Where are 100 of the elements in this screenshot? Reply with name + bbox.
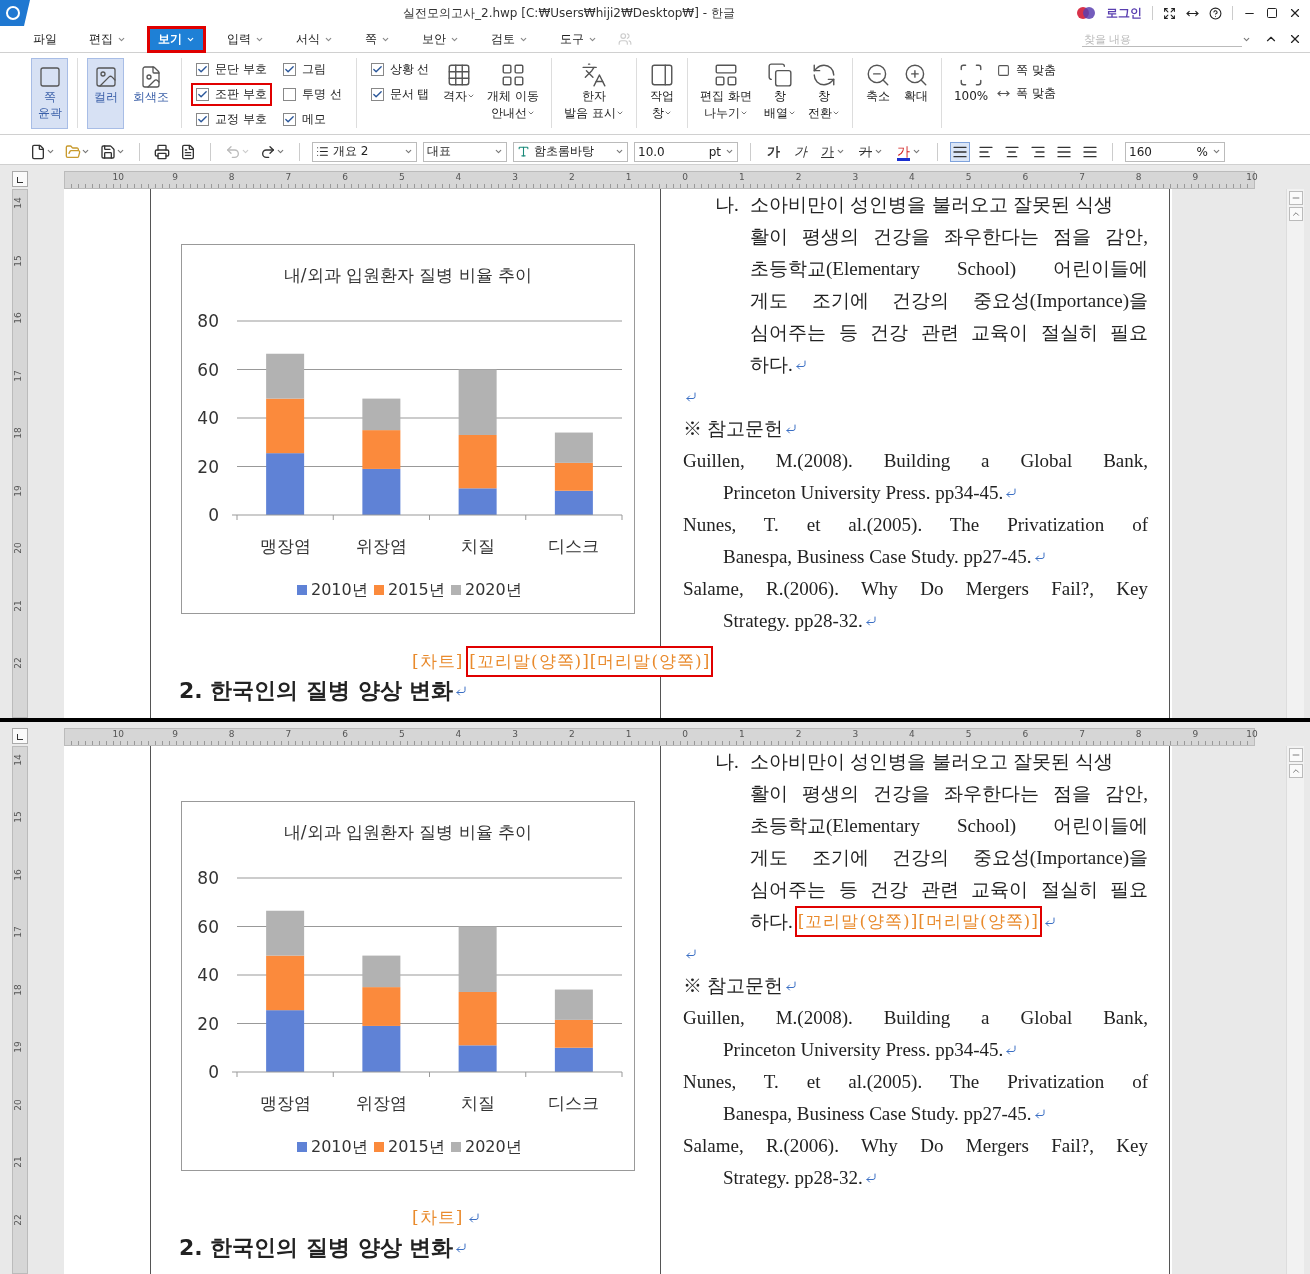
- folder-icon: [65, 143, 81, 160]
- format-button[interactable]: 가: [893, 142, 925, 161]
- line-spacing-field[interactable]: 160 %: [1125, 141, 1225, 162]
- ribbon-button[interactable]: 한자 발음 표시: [561, 58, 628, 122]
- ruler-label: 7: [1078, 728, 1086, 741]
- menu-tab[interactable]: 보기: [147, 25, 206, 53]
- printer-icon: [154, 143, 170, 160]
- view-option-checkbox[interactable]: 그림: [277, 58, 347, 81]
- view-option-checkbox[interactable]: 문서 탭: [365, 83, 435, 106]
- paragraph-mark-icon: [468, 1211, 481, 1224]
- x-axis-label: 디스크: [548, 1092, 600, 1113]
- menu-tab[interactable]: 쪽: [354, 25, 401, 53]
- fullscreen-icon[interactable]: [1163, 6, 1176, 20]
- ribbon-button[interactable]: 작업 창: [646, 58, 679, 122]
- view-option-checkbox[interactable]: 교정 부호: [191, 108, 272, 131]
- horizontal-ruler[interactable]: 10 9 8 7 6 5 4 3 2 1 0 1 2 3 4 5 6 7 8 9 10: [64, 727, 1255, 746]
- format-button[interactable]: 가: [855, 142, 887, 161]
- reference-line: Nunes, T. et al.(2005). The Privatization of: [683, 514, 1148, 536]
- y-axis-label: 0: [208, 505, 219, 525]
- menu-tab[interactable]: 도구: [549, 25, 608, 53]
- ruler-label: 2: [567, 172, 576, 184]
- checkmark-icon: [197, 89, 208, 100]
- ruler-label: 15: [13, 254, 24, 267]
- paragraph-mark-icon: [685, 947, 697, 960]
- view-mode-button[interactable]: 쪽 윤곽: [31, 58, 68, 129]
- close-icon[interactable]: [1288, 32, 1302, 46]
- menu-tab[interactable]: 서식: [285, 25, 344, 53]
- bar-segment: [266, 1009, 305, 1072]
- view-option-checkbox[interactable]: 상황 선: [365, 58, 435, 81]
- view-option-checkbox[interactable]: 메모: [277, 108, 347, 131]
- view-mode-button[interactable]: 회색조: [130, 58, 172, 129]
- view-option-checkbox[interactable]: 문단 부호: [191, 58, 272, 81]
- x-axis-label: 위장염: [355, 536, 407, 556]
- paragraph-mark-icon: [455, 1241, 468, 1254]
- ruler-label: 9: [171, 172, 179, 184]
- document-lines-icon: [180, 143, 196, 160]
- reference-line: Strategy. pp28-32.: [723, 610, 863, 632]
- font-size-field[interactable]: 10.0 pt: [634, 141, 738, 162]
- caret-icon: [46, 147, 55, 156]
- paragraph-line: 하다.: [750, 353, 793, 377]
- reference-line: Guillen, M.(2008). Building a Global Bank,: [683, 450, 1148, 472]
- style-select[interactable]: 개요 2: [312, 141, 417, 162]
- ruler-label: 21: [13, 1156, 24, 1168]
- alignment-button[interactable]: [950, 141, 970, 162]
- ribbon-button[interactable]: 100%: [950, 58, 992, 105]
- paragraph-mark-icon: [1005, 1043, 1018, 1056]
- ruler-label: 5: [397, 172, 406, 184]
- ruler-label: 2: [794, 172, 803, 184]
- view-mode-button[interactable]: 컬러: [87, 58, 124, 129]
- ribbon-button[interactable]: 격자: [440, 58, 479, 105]
- control-code-mark: [꼬리말(양쪽)][머리말(양쪽)]: [466, 645, 714, 677]
- font-select[interactable]: 함초롬바탕: [513, 141, 628, 162]
- fit-button[interactable]: 쪽 맞춤: [997, 62, 1057, 79]
- tab-stop-icon[interactable]: [12, 171, 28, 187]
- x-axis-label: 디스크: [548, 536, 600, 556]
- ribbon-button[interactable]: 축소: [861, 58, 894, 105]
- menu-tab[interactable]: 입력: [216, 25, 275, 53]
- view-option-checkbox[interactable]: 투명 선: [277, 83, 347, 106]
- caret-icon: [836, 147, 845, 156]
- menu-tab[interactable]: 보안: [411, 25, 470, 53]
- ribbon-button[interactable]: 창 전환: [804, 58, 843, 122]
- ruler-label: 6: [341, 728, 349, 741]
- paragraph-line: 초등학교(Elementary School) 어린이들에: [750, 813, 1148, 838]
- vertical-ruler[interactable]: 14 15 16 17 18 19 20 21 22: [12, 745, 28, 1274]
- format-button[interactable]: 가: [817, 142, 849, 161]
- ribbon-button[interactable]: 창 배열: [760, 58, 799, 122]
- vertical-ruler[interactable]: 14 15 16 17 18 19 20 21 22: [12, 189, 28, 718]
- checkmark-icon: [371, 64, 383, 75]
- control-code-mark: [꼬리말(양쪽)][머리말(양쪽)]: [794, 906, 1042, 937]
- tab-stop-icon[interactable]: [12, 727, 28, 744]
- help-icon[interactable]: [1209, 6, 1222, 20]
- format-button[interactable]: 가: [763, 142, 784, 161]
- search-field[interactable]: 찾을 내용: [1082, 31, 1242, 47]
- ribbon-button[interactable]: 편집 화면 나누기: [697, 58, 755, 122]
- ribbon-button[interactable]: 개체 이동 안내선: [484, 58, 543, 122]
- menu-tab[interactable]: 편집: [78, 25, 137, 53]
- ruler-label: 7: [284, 172, 293, 184]
- section-heading: 2. 한국인의 질병 양상 변화: [179, 677, 454, 705]
- style-category-select[interactable]: 대표: [423, 141, 507, 162]
- ruler-label: 0: [681, 728, 690, 741]
- paragraph-mark-icon: [864, 1171, 877, 1184]
- ribbon-button[interactable]: 확대: [899, 58, 932, 105]
- view-option-checkbox[interactable]: 조판 부호: [191, 83, 272, 106]
- close-icon[interactable]: [1288, 6, 1302, 20]
- ruler-label: 19: [13, 484, 24, 497]
- horizontal-ruler[interactable]: 10 9 8 7 6 5 4 3 2 1 0 1 2 3 4 5 6 7 8 9 10: [64, 171, 1255, 189]
- fit-button[interactable]: 폭 맞춤: [997, 85, 1057, 102]
- format-button[interactable]: 가: [790, 142, 811, 161]
- ruler-label: 17: [13, 926, 24, 938]
- checkmark-icon: [371, 89, 383, 100]
- menu-tab[interactable]: 파일: [22, 25, 68, 53]
- undo-icon: [225, 143, 241, 160]
- menu-tab[interactable]: 검토: [480, 25, 539, 53]
- maximize-icon[interactable]: [1266, 7, 1278, 19]
- login-link[interactable]: 로그인: [1106, 4, 1142, 22]
- redo-icon: [260, 143, 276, 160]
- ruler-label: 6: [1021, 172, 1030, 184]
- bar-segment: [266, 955, 305, 1010]
- ruler-label: 9: [1191, 728, 1200, 741]
- page-outline-icon: [37, 65, 62, 89]
